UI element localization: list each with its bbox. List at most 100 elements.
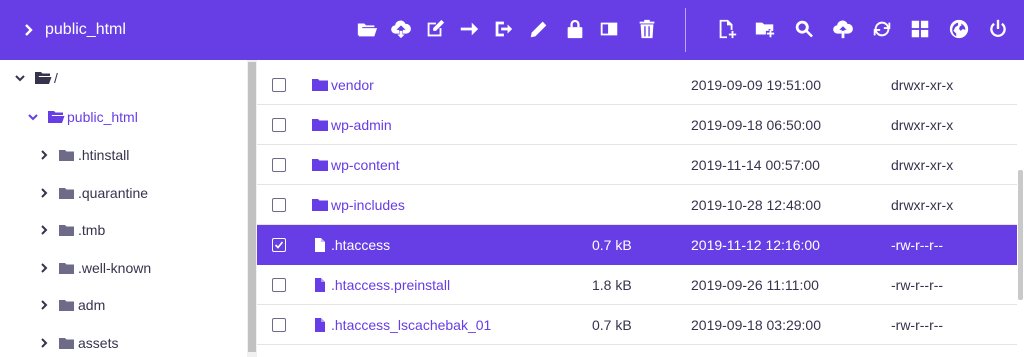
file-size: 0.7 kB: [592, 316, 632, 333]
tree-item-label: .well-known: [78, 260, 152, 276]
chevron-right-icon[interactable]: [38, 299, 50, 311]
cloud-download-icon[interactable]: [388, 16, 414, 42]
row-checkbox[interactable]: [272, 118, 286, 132]
open-folder-icon: [34, 70, 52, 86]
chevron-right-icon[interactable]: [38, 337, 50, 349]
file-size: 0.7 kB: [592, 236, 632, 253]
file-row[interactable]: wp-admin 2019-09-18 06:50:00 drwxr-xr-x: [257, 105, 1017, 145]
trash-icon[interactable]: [634, 16, 660, 42]
folder-icon: [58, 185, 76, 201]
chevron-down-icon[interactable]: [27, 111, 39, 123]
tree-item-htinstall[interactable]: .htinstall: [38, 140, 129, 170]
open-folder-icon[interactable]: [354, 16, 380, 42]
file-row[interactable]: .htaccess_lscachebak_01 0.7 kB 2019-09-1…: [257, 305, 1017, 345]
folder-icon: [58, 222, 76, 238]
breadcrumb-label: public_html: [45, 21, 126, 38]
folder-icon: [312, 118, 328, 132]
file-icon: [312, 237, 328, 252]
folder-icon: [58, 335, 76, 351]
tree-item-root[interactable]: /: [14, 63, 58, 93]
file-permissions: -rw-r--r--: [891, 316, 944, 333]
file-permissions: drwxr-xr-x: [891, 196, 954, 213]
tree-item-assets[interactable]: assets: [38, 328, 118, 357]
file-size: 1.8 kB: [592, 276, 632, 293]
file-date: 2019-09-26 11:11:00: [691, 276, 819, 293]
file-name[interactable]: .htaccess_lscachebak_01: [312, 317, 491, 333]
folder-icon: [58, 147, 76, 163]
file-icon: [312, 317, 328, 332]
folder-icon: [58, 260, 76, 276]
tree-item-well-known[interactable]: .well-known: [38, 253, 151, 283]
tree-item-label: assets: [78, 335, 119, 351]
folder-icon: [312, 158, 328, 172]
lock-icon[interactable]: [562, 16, 588, 42]
file-list-scrollbar-thumb[interactable]: [1018, 170, 1023, 300]
folder-icon: [312, 198, 328, 212]
archive-icon[interactable]: [596, 16, 622, 42]
chevron-right-icon[interactable]: [38, 149, 50, 161]
file-date: 2019-09-09 19:51:00: [691, 76, 821, 93]
grid-view-icon[interactable]: [907, 16, 933, 42]
folder-tree: / public_html .htinstall .quarantine .tm…: [0, 60, 247, 357]
new-folder-icon[interactable]: [752, 16, 778, 42]
globe-icon[interactable]: [946, 16, 972, 42]
power-icon[interactable]: [985, 16, 1011, 42]
search-icon[interactable]: [791, 16, 817, 42]
row-checkbox[interactable]: [272, 78, 286, 92]
file-list: vendor 2019-09-09 19:51:00 drwxr-xr-x wp…: [257, 60, 1017, 357]
file-date: 2019-09-18 06:50:00: [691, 116, 821, 133]
file-name[interactable]: .htaccess.preinstall: [312, 277, 450, 293]
chevron-right-icon: [22, 23, 36, 37]
file-permissions: drwxr-xr-x: [891, 156, 954, 173]
file-name[interactable]: wp-admin: [312, 117, 392, 133]
file-row-selected[interactable]: .htaccess 0.7 kB 2019-11-12 12:16:00 -rw…: [257, 225, 1017, 265]
file-permissions: -rw-r--r--: [891, 236, 944, 253]
file-name[interactable]: wp-includes: [312, 197, 405, 213]
chevron-right-icon[interactable]: [38, 224, 50, 236]
file-row[interactable]: .htaccess.preinstall 1.8 kB 2019-09-26 1…: [257, 265, 1017, 305]
file-row[interactable]: vendor 2019-09-09 19:51:00 drwxr-xr-x: [257, 65, 1017, 105]
row-checkbox[interactable]: [272, 278, 286, 292]
file-permissions: -rw-r--r--: [891, 276, 944, 293]
row-checkbox-checked[interactable]: [272, 238, 286, 252]
top-toolbar: public_html: [0, 0, 1024, 60]
row-checkbox[interactable]: [272, 318, 286, 332]
arrow-right-icon[interactable]: [456, 16, 482, 42]
tree-item-label: .quarantine: [78, 185, 149, 201]
open-folder-icon: [47, 109, 65, 125]
chevron-right-icon[interactable]: [38, 262, 50, 274]
tree-item-label: adm: [78, 297, 106, 313]
tree-item-quarantine[interactable]: .quarantine: [38, 178, 148, 208]
breadcrumb[interactable]: public_html: [22, 0, 126, 60]
tree-item-label: public_html: [67, 109, 138, 125]
edit-square-icon[interactable]: [422, 16, 448, 42]
file-name[interactable]: wp-content: [312, 157, 399, 173]
file-permissions: drwxr-xr-x: [891, 76, 954, 93]
file-row[interactable]: wp-content 2019-11-14 00:57:00 drwxr-xr-…: [257, 145, 1017, 185]
cloud-upload-icon[interactable]: [830, 16, 856, 42]
file-list-scrollbar[interactable]: [1017, 60, 1024, 357]
file-row[interactable]: wp-includes 2019-10-28 12:48:00 drwxr-xr…: [257, 185, 1017, 225]
folder-icon: [58, 297, 76, 313]
file-icon: [312, 277, 328, 292]
sidebar-scrollbar[interactable]: [247, 60, 257, 357]
file-name[interactable]: vendor: [312, 77, 374, 93]
tree-item-label: .tmb: [78, 222, 106, 238]
row-checkbox[interactable]: [272, 198, 286, 212]
new-file-icon[interactable]: [714, 16, 740, 42]
file-date: 2019-11-14 00:57:00: [691, 156, 820, 173]
refresh-icon[interactable]: [869, 16, 895, 42]
move-icon[interactable]: [490, 16, 516, 42]
chevron-right-icon[interactable]: [38, 187, 50, 199]
tree-item-tmb[interactable]: .tmb: [38, 215, 105, 245]
toolbar-divider: [685, 8, 686, 52]
sidebar-scrollbar-thumb[interactable]: [248, 62, 256, 352]
tree-item-adm[interactable]: adm: [38, 290, 105, 320]
folder-icon: [312, 78, 328, 92]
file-name[interactable]: .htaccess: [312, 237, 390, 253]
tree-item-public-html[interactable]: public_html: [27, 102, 138, 132]
row-checkbox[interactable]: [272, 158, 286, 172]
chevron-down-icon[interactable]: [14, 72, 26, 84]
pencil-icon[interactable]: [526, 16, 552, 42]
file-date: 2019-11-12 12:16:00: [691, 236, 820, 253]
